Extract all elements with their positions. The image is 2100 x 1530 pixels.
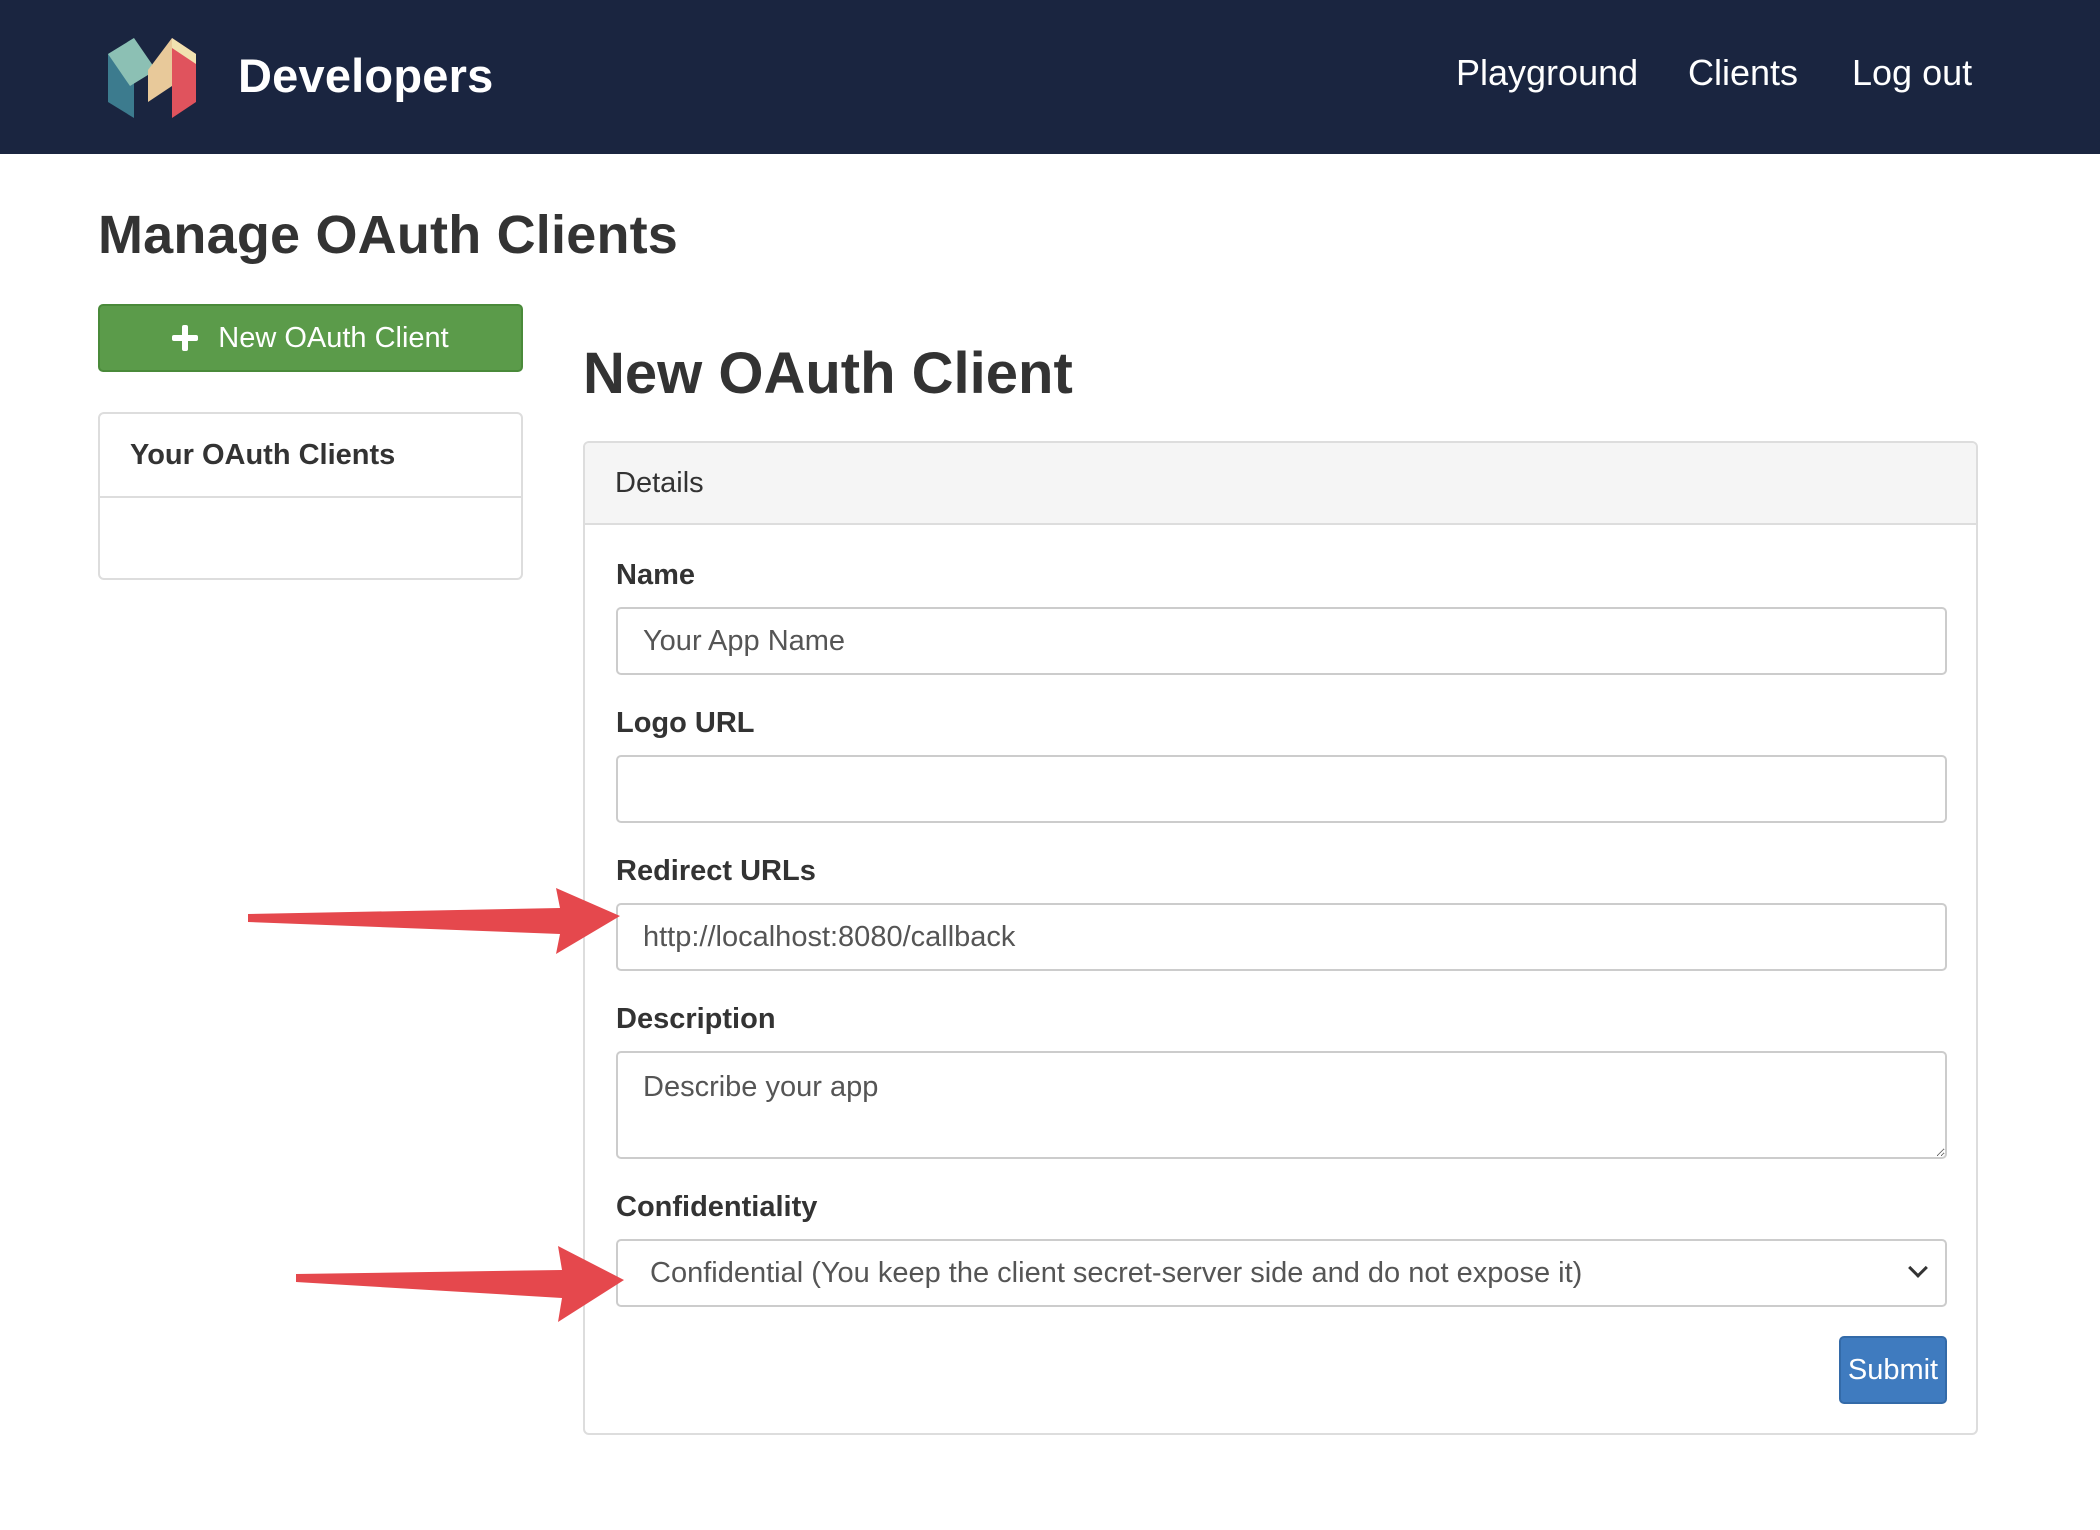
brand[interactable]: Developers xyxy=(104,30,493,120)
confidentiality-label: Confidentiality xyxy=(616,1191,818,1223)
annotation-arrow-redirect-icon xyxy=(248,888,620,954)
details-panel: Details Name Logo URL Redirect URLs Desc… xyxy=(583,441,1978,1435)
plus-icon xyxy=(172,325,199,351)
redirect-urls-label: Redirect URLs xyxy=(616,855,816,887)
name-label: Name xyxy=(616,559,695,591)
form-title: New OAuth Client xyxy=(583,341,1073,406)
submit-button[interactable]: Submit xyxy=(1839,1336,1947,1404)
your-oauth-clients-heading: Your OAuth Clients xyxy=(100,414,521,498)
brand-text: Developers xyxy=(238,48,494,102)
description-textarea[interactable] xyxy=(616,1051,1947,1159)
logo-url-input[interactable] xyxy=(616,755,1947,823)
logo-url-label: Logo URL xyxy=(616,707,755,739)
nav-logout-link[interactable]: Log out xyxy=(1852,52,1972,94)
details-panel-heading: Details xyxy=(585,443,1976,525)
confidentiality-select-wrapper: Confidential (You keep the client secret… xyxy=(616,1239,1947,1307)
new-oauth-client-button-label: New OAuth Client xyxy=(218,321,449,354)
your-oauth-clients-panel: Your OAuth Clients xyxy=(98,412,523,580)
monzo-logo-icon xyxy=(108,38,196,118)
redirect-urls-input[interactable] xyxy=(616,903,1947,971)
nav-clients-link[interactable]: Clients xyxy=(1688,52,1798,94)
annotation-arrow-confidentiality-icon xyxy=(296,1246,624,1322)
name-input[interactable] xyxy=(616,607,1947,675)
page-title: Manage OAuth Clients xyxy=(98,205,679,265)
description-label: Description xyxy=(616,1003,776,1035)
nav-playground-link[interactable]: Playground xyxy=(1456,52,1638,94)
confidentiality-select[interactable]: Confidential (You keep the client secret… xyxy=(616,1239,1947,1307)
top-navbar: Developers Playground Clients Log out xyxy=(0,0,2100,154)
new-oauth-client-button[interactable]: New OAuth Client xyxy=(98,304,523,372)
